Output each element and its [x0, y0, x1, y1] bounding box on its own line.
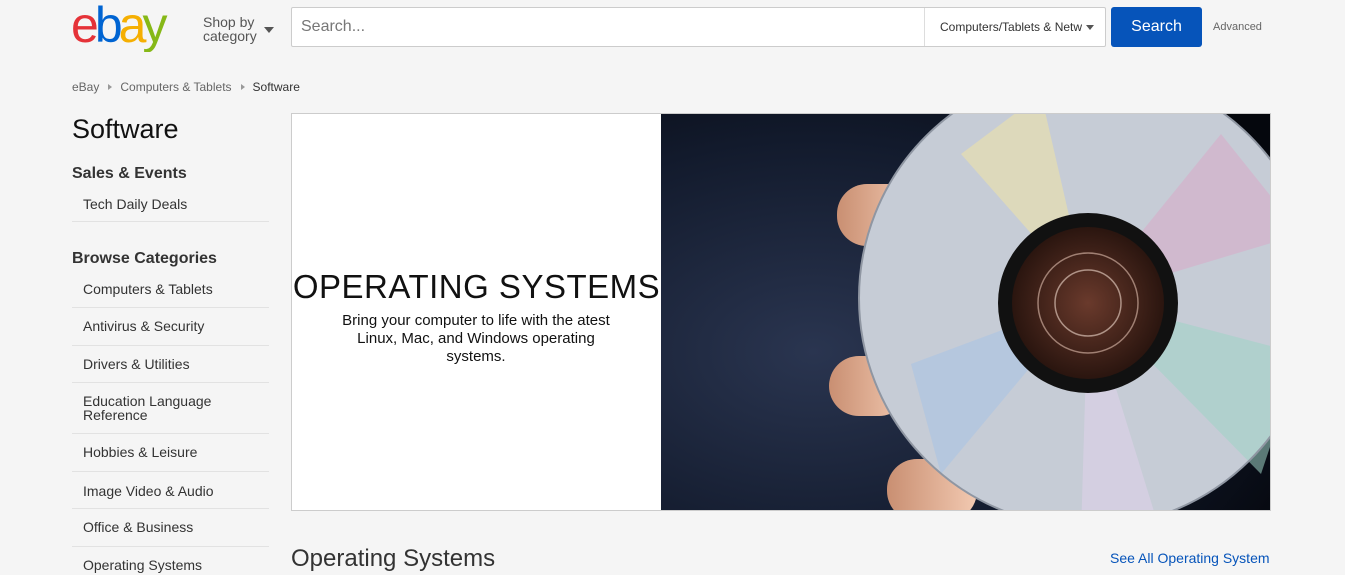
- sidebar-item-label: Antivirus & Security: [83, 318, 205, 334]
- category-select[interactable]: Computers/Tablets & Netw: [924, 8, 1105, 46]
- promo-banner[interactable]: OPERATING SYSTEMS Bring your computer to…: [291, 113, 1271, 511]
- banner-title: OPERATING SYSTEMS: [292, 268, 661, 305]
- sidebar-item-operating-systems[interactable]: Operating Systems: [72, 547, 269, 575]
- sidebar-item-education-language-reference[interactable]: Education Language Reference: [72, 383, 269, 434]
- sidebar-item-label: Office & Business: [83, 519, 194, 535]
- sidebar-item-computers-tablets[interactable]: Computers & Tablets: [72, 274, 269, 308]
- see-all-operating-system-link[interactable]: See All Operating System: [1110, 550, 1270, 566]
- sidebar-item-label: Operating Systems: [83, 557, 203, 573]
- header: ebay Shop by category Computers/Tablets …: [0, 0, 1345, 60]
- advanced-search-link[interactable]: Advanced: [1213, 21, 1262, 33]
- category-select-value: Computers/Tablets & Netw: [940, 20, 1082, 34]
- sidebar-item-antivirus-security[interactable]: Antivirus & Security: [72, 308, 269, 346]
- search-bar: Computers/Tablets & Netw: [291, 7, 1106, 47]
- breadcrumb-item-ebay[interactable]: eBay: [72, 80, 99, 94]
- search-input[interactable]: [292, 8, 924, 46]
- breadcrumb-item-computers-tablets[interactable]: Computers & Tablets: [120, 80, 231, 94]
- sidebar-item-label: Hobbies & Leisure: [83, 444, 198, 460]
- svg-text:ebay: ebay: [71, 2, 167, 52]
- sidebar-item-drivers-utilities[interactable]: Drivers & Utilities: [72, 346, 269, 383]
- banner-subtitle: Bring your computer to life with the ate…: [342, 312, 610, 365]
- sidebar-item-label: Image Video & Audio: [83, 483, 214, 499]
- sidebar-item-label: Drivers & Utilities: [83, 356, 190, 372]
- sales-events-list: Tech Daily Deals: [72, 189, 269, 222]
- browse-categories-heading: Browse Categories: [72, 250, 217, 267]
- search-button[interactable]: Search: [1111, 7, 1202, 47]
- caret-down-icon: [1086, 25, 1094, 30]
- sidebar-item-label: Education Language Reference: [83, 393, 212, 423]
- sidebar-item-image-video-audio[interactable]: Image Video & Audio: [72, 472, 269, 509]
- breadcrumb: eBay Computers & Tablets Software: [72, 80, 300, 94]
- sidebar-item-office-business[interactable]: Office & Business: [72, 509, 269, 547]
- ebay-logo[interactable]: ebay: [71, 2, 191, 52]
- shop-by-category-button[interactable]: Shop by category: [203, 15, 283, 45]
- breadcrumb-item-current: Software: [252, 80, 300, 94]
- sales-events-heading: Sales & Events: [72, 165, 187, 182]
- banner-text-panel: OPERATING SYSTEMS Bring your computer to…: [292, 114, 661, 510]
- chevron-right-icon: [108, 84, 113, 90]
- section-title: Operating Systems: [291, 545, 496, 572]
- disc-in-hand-image: [661, 114, 1270, 510]
- sidebar-item-label: Computers & Tablets: [83, 281, 213, 297]
- caret-down-icon: [264, 27, 274, 33]
- sidebar-item-label: Tech Daily Deals: [83, 196, 188, 212]
- chevron-right-icon: [240, 84, 245, 90]
- page-title: Software: [72, 114, 179, 144]
- sidebar-item-tech-daily-deals[interactable]: Tech Daily Deals: [72, 189, 269, 222]
- sidebar-item-hobbies-leisure[interactable]: Hobbies & Leisure: [72, 434, 269, 472]
- browse-categories-list: Computers & Tablets Antivirus & Security…: [72, 274, 269, 575]
